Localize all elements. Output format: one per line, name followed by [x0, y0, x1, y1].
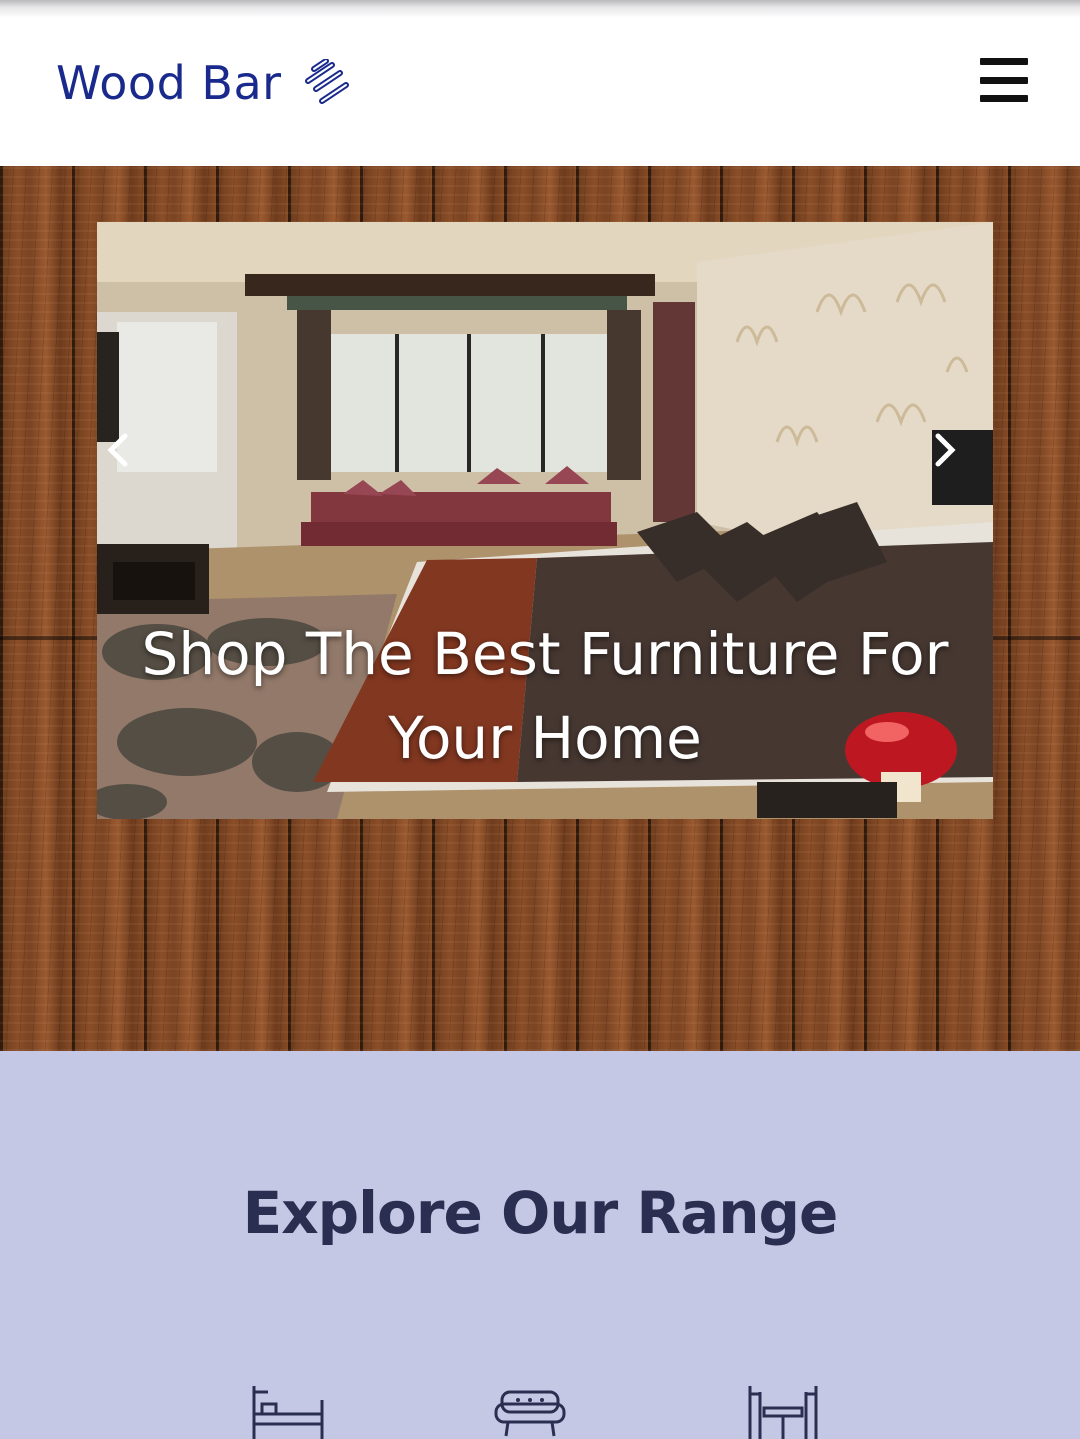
menu-bar: [980, 95, 1028, 102]
sofa-icon[interactable]: [494, 1386, 566, 1439]
brand[interactable]: Wood Bar: [56, 56, 354, 110]
category-icons: [0, 1386, 1080, 1439]
brand-name: Wood Bar: [56, 56, 282, 110]
explore-section: Explore Our Range: [0, 1051, 1080, 1439]
status-bar-shadow: [0, 0, 1080, 18]
menu-bar: [980, 58, 1028, 65]
dining-set-icon[interactable]: [746, 1386, 820, 1439]
chevron-left-icon: [107, 433, 128, 467]
explore-title: Explore Our Range: [242, 1179, 839, 1247]
site-header: Wood Bar: [0, 18, 1080, 166]
hero-section: Shop The Best Furniture For Your Home: [0, 166, 1080, 1051]
carousel-prev-button[interactable]: [105, 430, 149, 504]
menu-bar: [980, 76, 1028, 84]
chevron-right-icon: [935, 433, 956, 467]
hero-caption: Shop The Best Furniture For Your Home: [97, 612, 993, 780]
hero-caption-line2: Your Home: [388, 704, 702, 772]
squarespace-logo-icon: [304, 59, 349, 104]
bunk-bed-icon[interactable]: [250, 1386, 326, 1439]
hamburger-menu-icon[interactable]: [980, 58, 1028, 102]
hero-caption-line1: Shop The Best Furniture For: [141, 620, 949, 688]
carousel-slide[interactable]: Shop The Best Furniture For Your Home: [97, 222, 993, 819]
carousel-next-button[interactable]: [932, 430, 993, 505]
